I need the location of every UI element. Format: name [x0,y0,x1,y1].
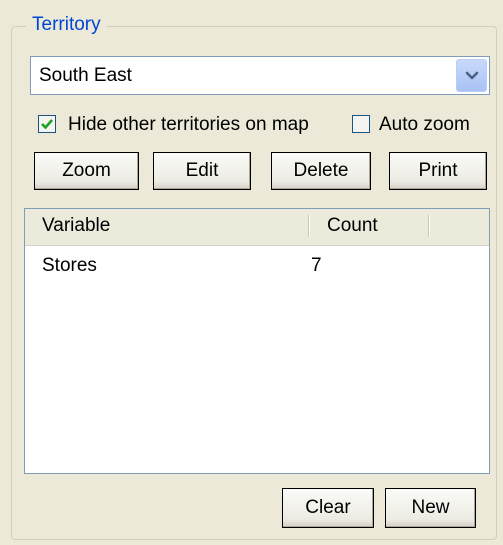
column-divider[interactable] [428,215,430,237]
territory-dropdown-value: South East [39,65,132,86]
dropdown-button[interactable] [456,59,487,92]
hide-other-label: Hide other territories on map [68,114,309,135]
territory-dropdown[interactable]: South East [30,56,490,95]
clear-button[interactable]: Clear [282,488,374,528]
column-divider[interactable] [308,215,310,237]
group-title: Territory [26,13,107,37]
column-header-variable[interactable]: Variable [30,209,310,242]
new-button[interactable]: New [385,488,476,528]
zoom-button[interactable]: Zoom [34,152,139,190]
checkmark-icon [41,119,53,130]
edit-button[interactable]: Edit [153,152,251,190]
count-cell: 7 [311,255,322,276]
hide-other-checkbox[interactable] [38,115,56,133]
column-header-count[interactable]: Count [315,209,435,242]
table-row[interactable]: Stores 7 [25,251,489,281]
auto-zoom-label: Auto zoom [379,114,470,135]
variable-cell: Stores [42,255,97,276]
print-button[interactable]: Print [389,152,487,190]
auto-zoom-checkbox[interactable] [352,115,370,133]
list-header: Variable Count [25,209,489,246]
hide-other-territories-option[interactable]: Hide other territories on map [38,112,344,138]
delete-button[interactable]: Delete [271,152,371,190]
auto-zoom-option[interactable]: Auto zoom [352,112,492,138]
territory-panel: Territory South East Hide other territor… [0,0,503,545]
chevron-down-icon [465,71,478,79]
variables-list[interactable]: Variable Count Stores 7 [24,208,490,474]
